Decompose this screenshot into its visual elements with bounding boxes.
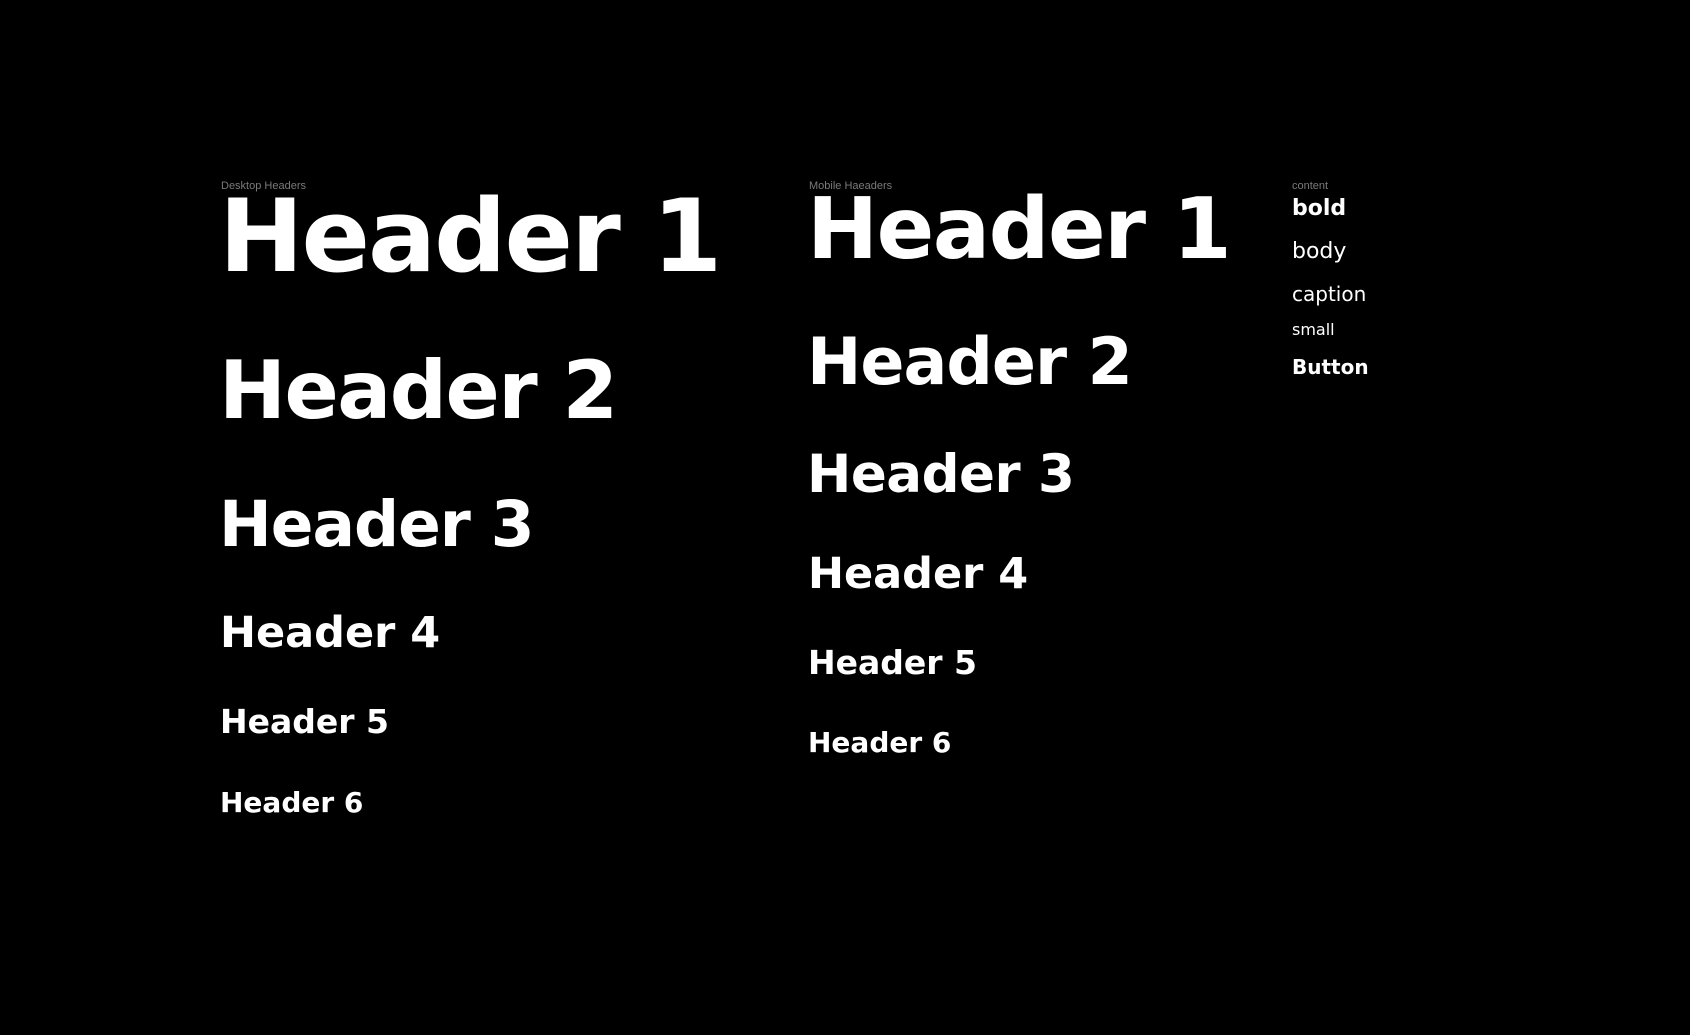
content-bold-sample: bold bbox=[1292, 196, 1347, 221]
mobile-header-2: Header 2 bbox=[807, 325, 1133, 400]
desktop-header-1: Header 1 bbox=[219, 177, 722, 295]
content-caption-sample: caption bbox=[1292, 282, 1367, 306]
mobile-header-1: Header 1 bbox=[807, 180, 1232, 279]
mobile-header-3: Header 3 bbox=[807, 444, 1075, 505]
desktop-header-2: Header 2 bbox=[219, 344, 618, 437]
content-small-sample: small bbox=[1292, 320, 1335, 339]
content-label: content bbox=[1292, 180, 1329, 192]
mobile-header-4: Header 4 bbox=[808, 549, 1029, 599]
desktop-header-4: Header 4 bbox=[220, 608, 441, 658]
desktop-header-5: Header 5 bbox=[220, 702, 389, 741]
mobile-header-5: Header 5 bbox=[808, 643, 977, 682]
desktop-header-3: Header 3 bbox=[219, 488, 535, 561]
mobile-header-6: Header 6 bbox=[808, 726, 952, 759]
desktop-header-6: Header 6 bbox=[220, 786, 364, 819]
content-button-sample: Button bbox=[1292, 355, 1369, 379]
content-body-sample: body bbox=[1292, 239, 1347, 264]
